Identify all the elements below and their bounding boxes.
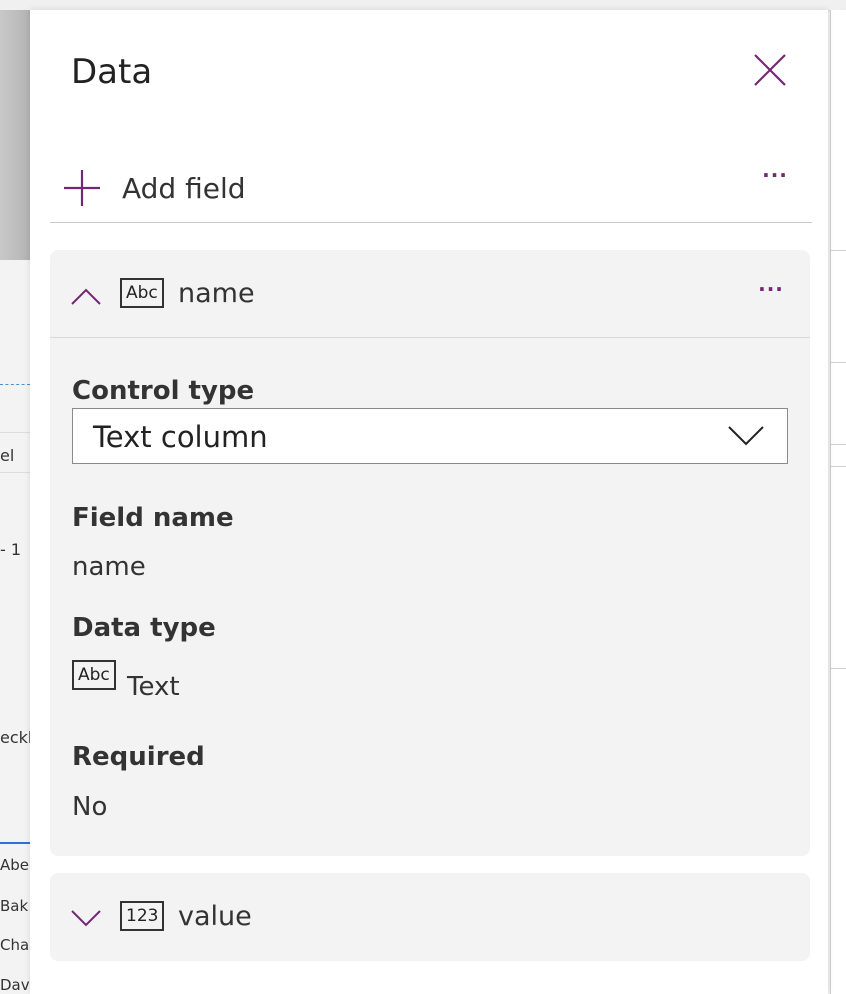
required-value: No: [72, 792, 108, 822]
required-heading: Required: [72, 742, 205, 772]
left-canvas-divider: [0, 432, 30, 433]
chevron-down-icon: [728, 426, 764, 446]
field-value-label: value: [178, 901, 252, 932]
field-name-label: name: [178, 278, 255, 309]
field-section-name: Abc name ··· Control type Text column Fi…: [50, 250, 810, 856]
field-header-value[interactable]: 123 value: [50, 873, 810, 961]
plus-icon: [64, 170, 100, 206]
left-canvas-label: eckb: [0, 728, 30, 747]
right-pane-divider: [830, 668, 846, 669]
left-list-item: Bak: [0, 897, 29, 915]
data-type-heading: Data type: [72, 613, 216, 643]
panel-more-button[interactable]: ···: [760, 160, 790, 190]
field-header-name[interactable]: Abc name ···: [50, 250, 810, 338]
more-icon: ···: [758, 277, 784, 301]
right-pane-edge: [830, 10, 846, 994]
chevron-down-icon[interactable]: [70, 909, 102, 929]
right-pane-divider: [830, 362, 846, 363]
more-icon: ···: [762, 163, 788, 187]
data-panel: Data Add field ··· Abc name ··· Control …: [30, 10, 828, 994]
left-canvas-selection-line: [0, 842, 30, 844]
right-pane-divider: [830, 250, 846, 251]
text-type-icon: Abc: [120, 278, 164, 308]
right-pane-divider: [830, 444, 846, 445]
close-button[interactable]: [750, 50, 790, 90]
field-name-value: name: [72, 552, 146, 582]
left-list-item: Cha: [0, 936, 30, 954]
right-pane-divider: [830, 466, 846, 467]
add-field-button[interactable]: [62, 168, 102, 208]
field-more-button[interactable]: ···: [756, 274, 786, 304]
left-canvas-shade: [0, 10, 30, 260]
control-type-value: Text column: [93, 420, 268, 454]
add-field-label[interactable]: Add field: [122, 172, 246, 205]
field-section-value: 123 value: [50, 873, 810, 961]
text-type-icon: Abc: [72, 660, 116, 690]
left-list-item: Abe: [0, 856, 30, 874]
add-field-row: Add field ···: [50, 160, 812, 223]
data-type-value: Text: [127, 672, 180, 702]
left-canvas-label: el: [0, 446, 15, 465]
control-type-dropdown[interactable]: Text column: [72, 408, 788, 464]
left-list-item: Dav: [0, 976, 30, 994]
close-icon: [754, 54, 786, 86]
chevron-up-icon[interactable]: [70, 286, 102, 306]
left-canvas-dashed-line: [0, 384, 30, 385]
left-canvas-divider: [0, 472, 30, 473]
panel-title: Data: [71, 52, 153, 92]
control-type-label: Control type: [72, 376, 255, 406]
field-name-heading: Field name: [72, 503, 234, 533]
left-canvas-label: - 1: [0, 540, 22, 559]
number-type-icon: 123: [120, 901, 165, 931]
